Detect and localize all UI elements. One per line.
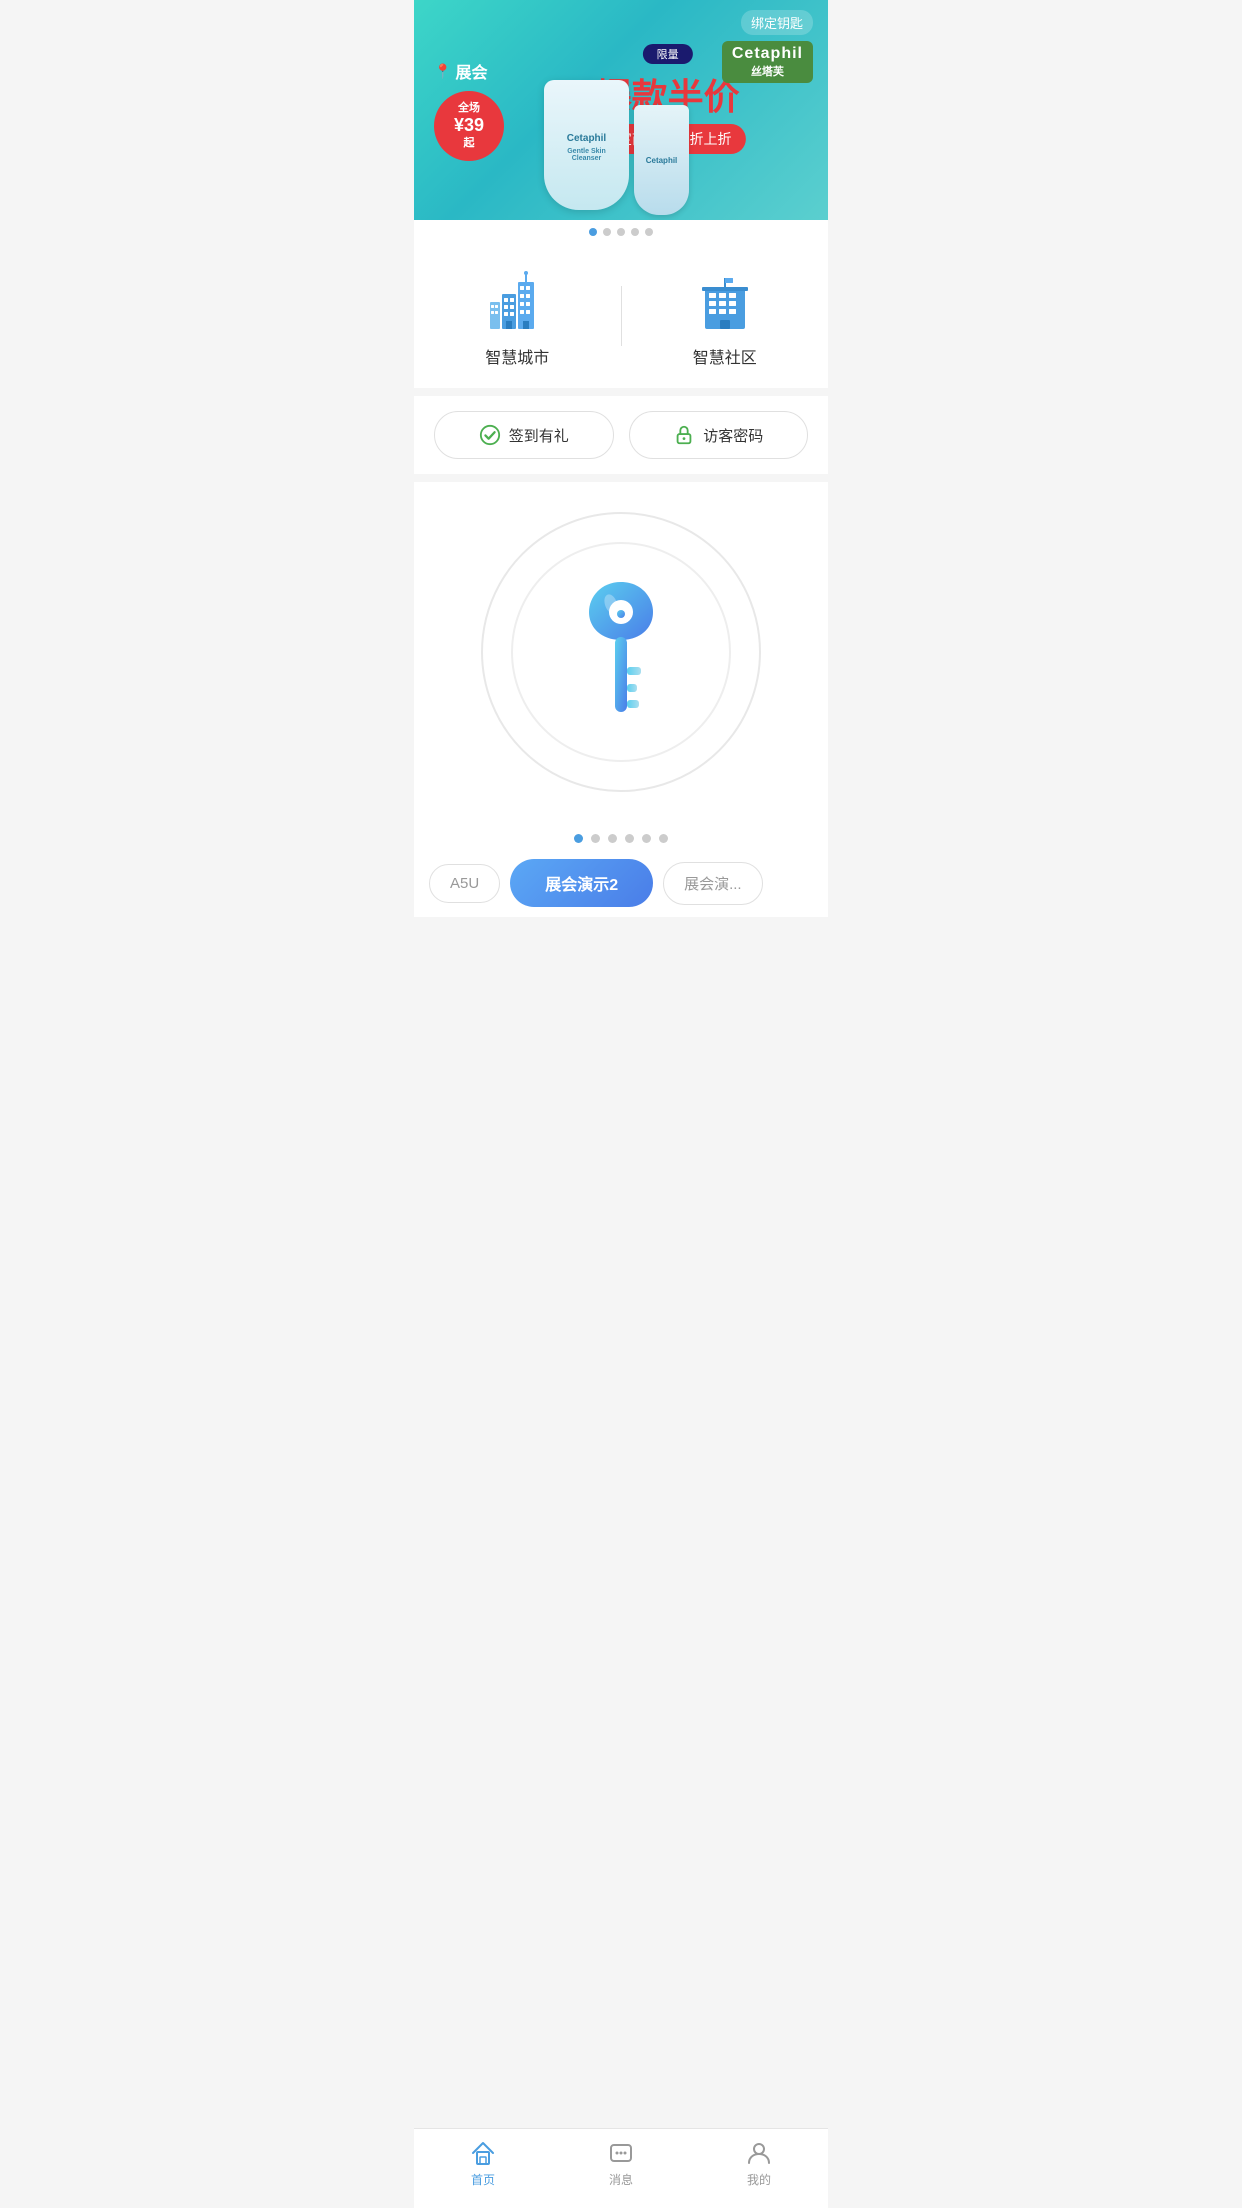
checkin-button[interactable]: 签到有礼 — [434, 411, 614, 459]
message-icon — [607, 2139, 635, 2167]
tab-demo2[interactable]: 展会演示2 — [510, 859, 653, 907]
key-dot-2[interactable] — [591, 834, 600, 843]
banner-dot-5[interactable] — [645, 228, 653, 236]
home-icon — [469, 2139, 497, 2167]
banner-dot-1[interactable] — [589, 228, 597, 236]
tab-a5u[interactable]: A5U — [429, 864, 500, 903]
checkin-icon — [479, 424, 501, 446]
key-circle-inner — [511, 542, 731, 762]
key-dot-5[interactable] — [642, 834, 651, 843]
nav-messages[interactable]: 消息 — [552, 2139, 690, 2188]
product-image-1: Cetaphil Gentle SkinCleanser — [544, 80, 629, 210]
banner-dot-4[interactable] — [631, 228, 639, 236]
nav-home[interactable]: 首页 — [414, 2139, 552, 2188]
banner-dots — [414, 220, 828, 244]
nav-messages-label: 消息 — [609, 2171, 633, 2188]
lock-icon — [673, 424, 695, 446]
key-dot-6[interactable] — [659, 834, 668, 843]
category-smart-city[interactable]: 智慧城市 — [414, 264, 621, 368]
price-text: ¥39 — [454, 115, 484, 137]
checkin-label: 签到有礼 — [509, 425, 569, 446]
qi-text: 起 — [464, 137, 475, 150]
nav-home-label: 首页 — [471, 2171, 495, 2188]
full-site-text: 全场 — [458, 102, 480, 115]
banner[interactable]: 📍 展会 全场 ¥39 起 限量 爆款半价 指定商品 2 件折上折 绑定 — [414, 0, 828, 220]
key-dot-3[interactable] — [608, 834, 617, 843]
tab-demo3[interactable]: 展会演... — [663, 862, 763, 905]
banner-left: 📍 展会 全场 ¥39 起 — [434, 59, 504, 161]
banner-dot-3[interactable] — [617, 228, 625, 236]
smart-city-label: 智慧城市 — [485, 344, 549, 368]
key-dot-1[interactable] — [574, 834, 583, 843]
limited-badge: 限量 — [643, 44, 693, 64]
nav-mine-label: 我的 — [747, 2171, 771, 2188]
category-smart-community[interactable]: 智慧社区 — [622, 264, 829, 368]
brand-logo: Cetaphil 丝塔芙 — [722, 41, 813, 83]
key-illustration — [571, 572, 671, 732]
bind-key-label[interactable]: 绑定钥匙 — [741, 10, 813, 35]
tab-selector: A5U 展会演示2 展会演... — [414, 849, 828, 917]
brand-name: Cetaphil — [732, 45, 803, 63]
key-dot-4[interactable] — [625, 834, 634, 843]
nav-mine[interactable]: 我的 — [690, 2139, 828, 2188]
action-buttons-section: 签到有礼 访客密码 — [414, 396, 828, 474]
location-icon: 📍 — [434, 63, 451, 80]
price-badge: 全场 ¥39 起 — [434, 91, 504, 161]
smart-community-icon — [690, 264, 760, 334]
categories-section: 智慧城市 — [414, 244, 828, 388]
bottom-nav: 首页 消息 我的 — [414, 2128, 828, 2208]
banner-right: 绑定钥匙 Cetaphil 丝塔芙 — [722, 10, 813, 83]
expo-text: 展会 — [455, 59, 487, 83]
product-image-2: Cetaphil — [634, 105, 689, 215]
visitor-code-label: 访客密码 — [703, 425, 763, 446]
banner-dot-2[interactable] — [603, 228, 611, 236]
user-icon — [745, 2139, 773, 2167]
key-circle-outer — [481, 512, 761, 792]
expo-label: 📍 展会 — [434, 59, 487, 83]
key-page-dots — [414, 822, 828, 849]
key-section[interactable] — [414, 482, 828, 822]
brand-sub: 丝塔芙 — [751, 63, 784, 79]
smart-city-icon — [482, 264, 552, 334]
smart-community-label: 智慧社区 — [693, 344, 757, 368]
banner-section: 📍 展会 全场 ¥39 起 限量 爆款半价 指定商品 2 件折上折 绑定 — [414, 0, 828, 244]
visitor-code-button[interactable]: 访客密码 — [629, 411, 809, 459]
